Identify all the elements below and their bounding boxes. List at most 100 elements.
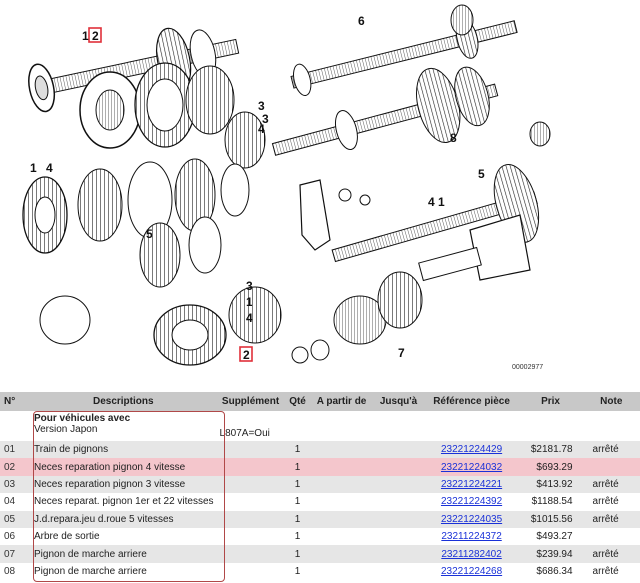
group-title: Pour véhicules avec bbox=[34, 413, 131, 424]
callout-label: 3 bbox=[246, 279, 253, 293]
table-row[interactable]: 03 Neces reparation pignon 3 vitesse 1 2322… bbox=[0, 475, 640, 494]
row-supplement bbox=[217, 493, 285, 510]
row-qty: 1 bbox=[284, 475, 311, 494]
row-description: Arbre de sortie bbox=[34, 531, 100, 543]
part-reference-link[interactable]: 23221224392 bbox=[441, 496, 502, 507]
row-price: $1188.54 bbox=[531, 496, 573, 508]
row-number: 04 bbox=[4, 496, 16, 508]
row-from bbox=[310, 545, 373, 563]
header-no: N° bbox=[0, 392, 30, 411]
row-price: $413.92 bbox=[518, 475, 583, 494]
row-qty: 1 bbox=[294, 496, 301, 508]
row-number: 01 bbox=[0, 441, 30, 459]
vehicle-group-row: Pour véhicules avec Version Japon L807A=… bbox=[0, 411, 640, 441]
group-subtitle: Version Japon bbox=[34, 424, 98, 435]
row-supplement bbox=[216, 545, 285, 563]
callout-label: 1 bbox=[438, 195, 445, 209]
row-note: arrêté bbox=[582, 510, 640, 528]
table-row[interactable]: 04 Neces reparat. pignon 1er et 22 vitess… bbox=[0, 493, 640, 510]
row-qty: 1 bbox=[284, 545, 311, 563]
row-note bbox=[583, 528, 640, 545]
row-reference: 23221224221 bbox=[424, 475, 519, 494]
callout-label: 5 bbox=[478, 167, 485, 181]
row-description: Train de pignons bbox=[30, 441, 217, 459]
table-header-row: N° Descriptions Supplément Qté A partir … bbox=[0, 392, 640, 411]
row-description: J.d.repara.jeu d.roue 5 vitesses bbox=[30, 510, 217, 528]
callout-label: 7 bbox=[398, 346, 405, 360]
callout-label: 1 bbox=[246, 295, 253, 309]
table-row[interactable]: 06 Arbre de sortie 1 23211224372 $493.27 bbox=[0, 528, 640, 545]
row-reference: 23221224429 bbox=[424, 441, 519, 459]
row-description: Neces reparation pignon 3 vitesse bbox=[30, 475, 217, 494]
row-supplement bbox=[217, 563, 285, 580]
row-qty: 1 bbox=[284, 510, 311, 528]
diagram-id: 00002977 bbox=[512, 364, 543, 371]
callout-label: 6 bbox=[358, 14, 365, 28]
header-supplement: Supplément bbox=[216, 392, 285, 411]
table-row[interactable]: 05 J.d.repara.jeu d.roue 5 vitesses 1 23221… bbox=[0, 510, 640, 528]
row-qty: 1 bbox=[284, 441, 311, 459]
part-reference-link[interactable]: 23211282402 bbox=[441, 549, 501, 560]
gear-assembly-illustration: 2 1 3 6 3 4 8 1 4 5 4 1 5 3 1 4 2 7 0000… bbox=[22, 4, 551, 371]
row-from bbox=[310, 458, 373, 476]
part-reference-link[interactable]: 23221224268 bbox=[441, 566, 502, 577]
row-number: 05 bbox=[0, 510, 30, 528]
row-description: Pignon de marche arriere bbox=[34, 565, 147, 577]
callout-label: 1 bbox=[30, 161, 37, 175]
callout-label: 5 bbox=[146, 227, 153, 241]
part-reference-link[interactable]: 23221224429 bbox=[441, 444, 502, 455]
part-reference-link[interactable]: 23221224032 bbox=[441, 462, 502, 473]
row-to bbox=[372, 475, 425, 494]
callout-label: 4 bbox=[46, 161, 53, 175]
part-reference-link[interactable]: 23221224035 bbox=[441, 514, 502, 525]
row-to bbox=[372, 458, 425, 476]
table-row[interactable]: 07 Pignon de marche arriere 1 23211282402 $2… bbox=[0, 545, 640, 563]
row-price: $493.27 bbox=[536, 531, 573, 543]
exploded-gearbox-diagram: 2 1 3 6 3 4 8 1 4 5 4 1 5 3 1 4 2 7 0000… bbox=[0, 0, 640, 392]
row-description: Neces reparation pignon 4 vitesse bbox=[30, 458, 217, 476]
row-to bbox=[373, 493, 425, 510]
table-row[interactable]: 08 Pignon de marche arriere 1 23221224268 $6… bbox=[0, 563, 640, 580]
gear-cluster-upper bbox=[79, 62, 266, 169]
callout-label: 4 bbox=[258, 122, 265, 136]
row-note bbox=[582, 458, 640, 476]
header-price: Prix bbox=[518, 392, 583, 411]
callout-label: 2 bbox=[243, 348, 250, 362]
row-to bbox=[373, 528, 425, 545]
row-from bbox=[311, 528, 373, 545]
bearing-right bbox=[529, 121, 551, 147]
part-reference-link[interactable]: 23221224221 bbox=[441, 479, 502, 490]
header-qty: Qté bbox=[284, 392, 311, 411]
row-price: $693.29 bbox=[518, 458, 583, 476]
row-price: $239.94 bbox=[518, 545, 583, 563]
row-price: $1015.56 bbox=[518, 510, 583, 528]
row-number: 02 bbox=[0, 458, 30, 476]
callout-label: 2 bbox=[92, 29, 99, 43]
row-to bbox=[372, 441, 425, 459]
row-note: arrêté bbox=[592, 496, 619, 508]
callout-label: 3 bbox=[258, 99, 265, 113]
mounting-plate bbox=[469, 214, 531, 281]
row-note: arrêté bbox=[582, 441, 640, 459]
row-to bbox=[372, 510, 425, 528]
row-from bbox=[310, 510, 373, 528]
table-row[interactable]: 01 Train de pignons 1 23221224429 $2181.78 ar… bbox=[0, 441, 640, 459]
parts-table-container: N° Descriptions Supplément Qté A partir … bbox=[0, 392, 640, 580]
row-to bbox=[373, 563, 425, 580]
row-reference: 23211282402 bbox=[424, 545, 519, 563]
row-reference: 23221224032 bbox=[424, 458, 519, 476]
row-description: Pignon de marche arriere bbox=[30, 545, 217, 563]
group-supplement: L807A=Oui bbox=[219, 428, 270, 439]
bearing-top-right bbox=[450, 4, 474, 36]
part-reference-link[interactable]: 23211224372 bbox=[441, 531, 501, 542]
row-number: 07 bbox=[0, 545, 30, 563]
row-from bbox=[310, 475, 373, 494]
callout-label: 1 bbox=[82, 29, 89, 43]
row-number: 03 bbox=[0, 475, 30, 494]
table-row[interactable]: 02 Neces reparation pignon 4 vitesse 1 2322… bbox=[0, 458, 640, 476]
callout-label: 8 bbox=[450, 131, 457, 145]
row-supplement bbox=[216, 441, 285, 459]
row-from bbox=[311, 563, 373, 580]
header-description: Descriptions bbox=[30, 392, 217, 411]
row-reference: 23221224268 bbox=[425, 563, 519, 580]
